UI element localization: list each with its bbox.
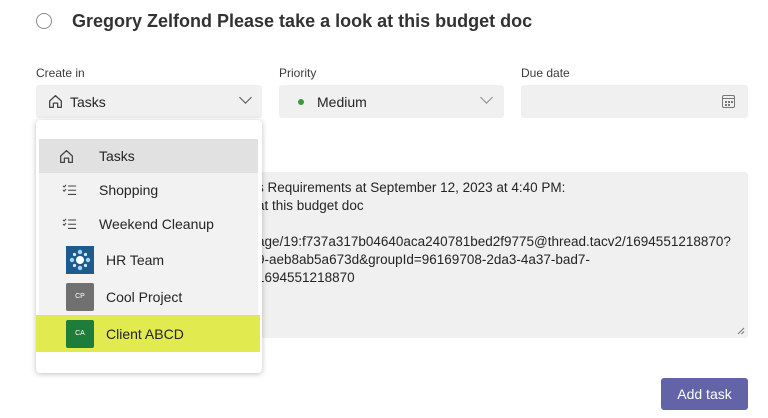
complete-task-checkbox[interactable] [36, 13, 52, 29]
due-date-label: Due date [521, 66, 570, 80]
priority-label: Priority [279, 66, 317, 80]
checklist-icon [62, 218, 76, 229]
dropdown-item-client-abcd[interactable]: CA Client ABCD [36, 315, 260, 352]
home-icon [49, 95, 62, 108]
dropdown-item-weekend-cleanup[interactable]: Weekend Cleanup [39, 207, 258, 241]
resize-grip-icon[interactable] [737, 327, 745, 335]
dropdown-item-label: Weekend Cleanup [99, 216, 214, 232]
dropdown-item-label: Shopping [99, 182, 159, 198]
dropdown-item-label: Cool Project [106, 288, 183, 305]
task-title-row: Gregory Zelfond Please take a look at th… [36, 8, 532, 34]
calendar-icon[interactable] [722, 95, 735, 108]
notes-line: age/19:f737a317b04640aca240781bed2f9775@… [257, 234, 731, 249]
notes-line: at this budget doc [257, 198, 364, 213]
priority-select[interactable]: Medium [279, 85, 504, 118]
notes-line: 1694551218870 [257, 270, 355, 285]
add-task-button[interactable]: Add task [661, 378, 748, 410]
chevron-down-icon [239, 91, 252, 104]
client-abcd-tile: CA [66, 319, 94, 348]
cool-project-tile: CP [66, 282, 94, 311]
hr-team-logo-graphic [66, 245, 94, 274]
due-date-input[interactable] [521, 85, 748, 118]
dropdown-item-cool-project[interactable]: CP Cool Project [39, 278, 258, 315]
checklist-icon [62, 184, 76, 195]
task-title[interactable]: Gregory Zelfond Please take a look at th… [72, 11, 532, 32]
dropdown-item-shopping[interactable]: Shopping [39, 173, 258, 207]
dropdown-item-label: HR Team [106, 251, 165, 268]
priority-value: Medium [317, 93, 367, 110]
home-icon [59, 149, 73, 163]
notes-line: s Requirements at September 12, 2023 at … [257, 180, 566, 195]
dropdown-item-label: Tasks [99, 148, 135, 164]
create-in-label: Create in [36, 66, 85, 80]
dropdown-item-tasks[interactable]: Tasks [39, 139, 258, 173]
priority-dot-icon [298, 98, 304, 105]
notes-line: 9-aeb8ab5a673d&groupId=96169708-2da3-4a3… [257, 252, 590, 267]
chevron-down-icon [480, 91, 493, 104]
create-in-dropdown: Tasks Shopping Weekend Cleanup HR Team C… [36, 120, 262, 373]
create-in-value: Tasks [70, 93, 106, 110]
dropdown-item-label: Client ABCD [106, 325, 184, 342]
dropdown-item-hr-team[interactable]: HR Team [39, 241, 258, 278]
hr-team-logo [66, 245, 94, 274]
create-in-select[interactable]: Tasks [36, 85, 262, 118]
